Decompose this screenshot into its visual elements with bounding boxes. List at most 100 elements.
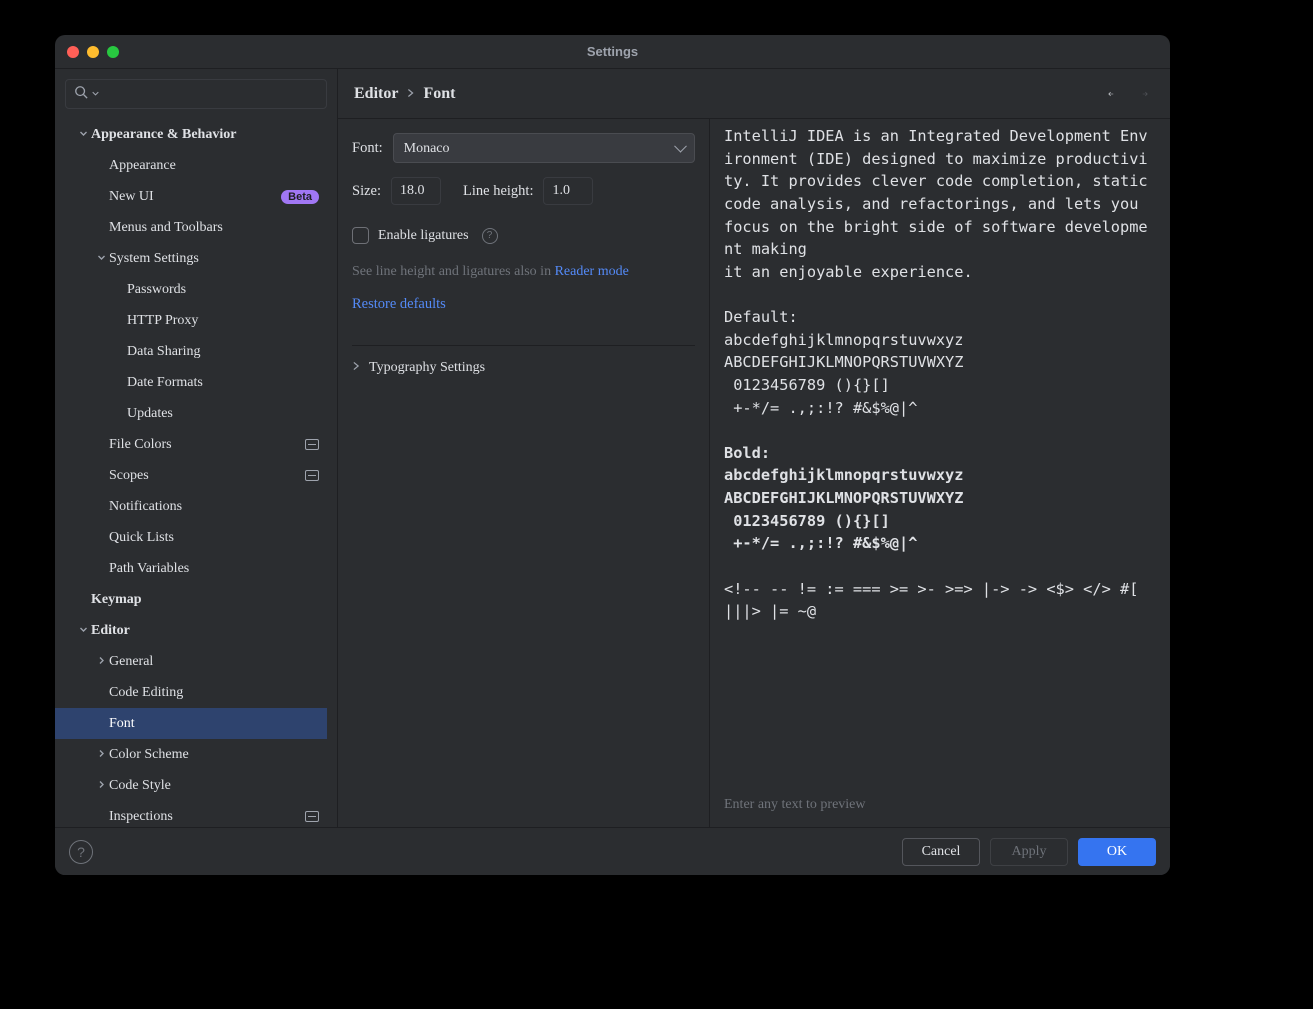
chevron-down-icon bbox=[75, 127, 91, 143]
per-project-icon bbox=[305, 439, 319, 450]
sidebar-item-path-variables[interactable]: Path Variables bbox=[55, 553, 327, 584]
sidebar-item-code-editing[interactable]: Code Editing bbox=[55, 677, 327, 708]
sidebar-item-label: Passwords bbox=[127, 282, 319, 298]
restore-defaults-link[interactable]: Restore defaults bbox=[352, 296, 695, 313]
help-button[interactable]: ? bbox=[69, 840, 93, 864]
sidebar-item-label: Code Style bbox=[109, 778, 319, 794]
sidebar-item-keymap[interactable]: Keymap bbox=[55, 584, 327, 615]
title-bar: Settings bbox=[55, 35, 1170, 69]
chevron-down-icon bbox=[75, 623, 91, 639]
sidebar-item-new-ui[interactable]: New UI Beta bbox=[55, 181, 327, 212]
sidebar-item-quick-lists[interactable]: Quick Lists bbox=[55, 522, 327, 553]
sidebar-item-label: Updates bbox=[127, 406, 319, 422]
settings-sidebar: Appearance & Behavior Appearance New UI Bet… bbox=[55, 69, 338, 827]
settings-tree[interactable]: Appearance & Behavior Appearance New UI Bet… bbox=[55, 119, 327, 827]
window-title: Settings bbox=[587, 44, 638, 59]
sidebar-item-passwords[interactable]: Passwords bbox=[55, 274, 327, 305]
typography-settings-section[interactable]: Typography Settings bbox=[352, 345, 695, 376]
main-header: Editor Font bbox=[338, 69, 1170, 119]
sidebar-item-appearance[interactable]: Appearance bbox=[55, 150, 327, 181]
chevron-right-icon bbox=[93, 654, 109, 670]
sidebar-item-label: Editor bbox=[91, 623, 319, 639]
traffic-zoom-icon[interactable] bbox=[107, 46, 119, 58]
sidebar-item-font[interactable]: Font bbox=[55, 708, 327, 739]
sidebar-item-label: HTTP Proxy bbox=[127, 313, 319, 329]
sidebar-item-inspections[interactable]: Inspections bbox=[55, 801, 327, 827]
sidebar-item-label: Code Editing bbox=[109, 685, 319, 701]
sidebar-item-label: New UI bbox=[109, 189, 274, 205]
sidebar-item-label: Menus and Toolbars bbox=[109, 220, 319, 236]
traffic-minimize-icon[interactable] bbox=[87, 46, 99, 58]
sidebar-item-general[interactable]: General bbox=[55, 646, 327, 677]
sidebar-item-label: Color Scheme bbox=[109, 747, 319, 763]
breadcrumb: Editor Font bbox=[354, 85, 455, 103]
sidebar-item-label: Appearance & Behavior bbox=[91, 127, 319, 143]
sidebar-item-label: Path Variables bbox=[109, 561, 319, 577]
apply-button: Apply bbox=[990, 838, 1068, 866]
sidebar-item-http-proxy[interactable]: HTTP Proxy bbox=[55, 305, 327, 336]
size-input[interactable] bbox=[391, 177, 441, 205]
dialog-footer: ? Cancel Apply OK bbox=[55, 827, 1170, 875]
sidebar-item-label: Quick Lists bbox=[109, 530, 319, 546]
preview-hint: Enter any text to preview bbox=[710, 787, 1170, 827]
sidebar-item-appearance-behavior[interactable]: Appearance & Behavior bbox=[55, 119, 327, 150]
sidebar-item-menus-and-toolbars[interactable]: Menus and Toolbars bbox=[55, 212, 327, 243]
search-input[interactable] bbox=[103, 85, 318, 103]
reader-mode-link[interactable]: Reader mode bbox=[555, 264, 629, 279]
per-project-icon bbox=[305, 811, 319, 822]
chevron-down-icon bbox=[93, 251, 109, 267]
chevron-right-icon bbox=[93, 747, 109, 763]
traffic-close-icon[interactable] bbox=[67, 46, 79, 58]
font-select[interactable]: Monaco bbox=[393, 133, 695, 163]
search-icon bbox=[74, 85, 88, 104]
typography-settings-label: Typography Settings bbox=[369, 360, 485, 376]
sidebar-item-label: Keymap bbox=[91, 592, 319, 608]
sidebar-item-updates[interactable]: Updates bbox=[55, 398, 327, 429]
font-label: Font: bbox=[352, 140, 383, 157]
sidebar-item-system-settings[interactable]: System Settings bbox=[55, 243, 327, 274]
sidebar-item-color-scheme[interactable]: Color Scheme bbox=[55, 739, 327, 770]
sidebar-item-date-formats[interactable]: Date Formats bbox=[55, 367, 327, 398]
chevron-right-icon bbox=[93, 778, 109, 794]
chevron-right-icon bbox=[352, 360, 360, 376]
ligatures-label: Enable ligatures bbox=[378, 228, 469, 244]
nav-back-button[interactable] bbox=[1102, 85, 1120, 103]
sidebar-item-file-colors[interactable]: File Colors bbox=[55, 429, 327, 460]
reader-mode-hint: See line height and ligatures also in Re… bbox=[352, 264, 695, 280]
sidebar-item-label: System Settings bbox=[109, 251, 319, 267]
line-height-label: Line height: bbox=[463, 183, 533, 200]
ok-button[interactable]: OK bbox=[1078, 838, 1156, 866]
cancel-button[interactable]: Cancel bbox=[902, 838, 980, 866]
sidebar-item-label: Font bbox=[109, 716, 319, 732]
breadcrumb-current: Font bbox=[423, 85, 455, 103]
help-icon[interactable]: ? bbox=[482, 228, 498, 244]
font-form: Font: Monaco Size: Line height: bbox=[338, 119, 710, 827]
sidebar-item-label: File Colors bbox=[109, 437, 299, 453]
beta-badge: Beta bbox=[281, 190, 319, 204]
sidebar-item-code-style[interactable]: Code Style bbox=[55, 770, 327, 801]
size-label: Size: bbox=[352, 183, 381, 200]
ligatures-row[interactable]: Enable ligatures ? bbox=[352, 227, 695, 244]
sidebar-item-label: Appearance bbox=[109, 158, 319, 174]
sidebar-item-label: Data Sharing bbox=[127, 344, 319, 360]
breadcrumb-parent[interactable]: Editor bbox=[354, 85, 398, 103]
sidebar-item-label: Notifications bbox=[109, 499, 319, 515]
font-preview[interactable]: IntelliJ IDEA is an Integrated Developme… bbox=[710, 119, 1170, 787]
sidebar-item-editor[interactable]: Editor bbox=[55, 615, 327, 646]
sidebar-item-scopes[interactable]: Scopes bbox=[55, 460, 327, 491]
sidebar-item-notifications[interactable]: Notifications bbox=[55, 491, 327, 522]
sidebar-item-label: Inspections bbox=[109, 809, 299, 825]
settings-search[interactable] bbox=[65, 79, 327, 109]
settings-window: Settings Appearance & BehaviorAppearance… bbox=[55, 35, 1170, 875]
ligatures-checkbox[interactable] bbox=[352, 227, 369, 244]
per-project-icon bbox=[305, 470, 319, 481]
line-height-input[interactable] bbox=[543, 177, 593, 205]
sidebar-item-data-sharing[interactable]: Data Sharing bbox=[55, 336, 327, 367]
nav-forward-button bbox=[1136, 85, 1154, 103]
chevron-right-icon bbox=[407, 85, 414, 103]
traffic-lights bbox=[67, 35, 119, 68]
font-preview-pane: IntelliJ IDEA is an Integrated Developme… bbox=[710, 119, 1170, 827]
sidebar-item-label: Scopes bbox=[109, 468, 299, 484]
filter-caret-icon bbox=[92, 86, 99, 102]
sidebar-item-label: Date Formats bbox=[127, 375, 319, 391]
